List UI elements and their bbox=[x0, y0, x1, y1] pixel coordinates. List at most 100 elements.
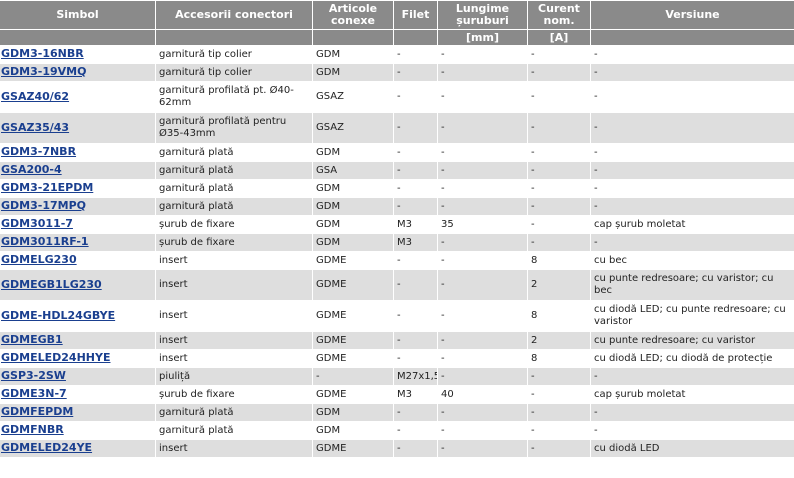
symbol-link[interactable]: GDMELED24YE bbox=[1, 441, 92, 454]
version-cell: cu diodă LED; cu diodă de protecție bbox=[591, 350, 794, 367]
header-version: Versiune bbox=[591, 1, 794, 29]
current-cell: 8 bbox=[528, 350, 590, 367]
related-cell: GDM bbox=[313, 422, 393, 439]
current-cell: 2 bbox=[528, 332, 590, 349]
related-cell: GSAZ bbox=[313, 82, 393, 112]
length-cell: - bbox=[438, 46, 527, 63]
thread-cell: M3 bbox=[394, 216, 437, 233]
accessory-cell: garnitură profilată pt. Ø40-62mm bbox=[156, 82, 312, 112]
thread-cell: - bbox=[394, 198, 437, 215]
related-cell: GDME bbox=[313, 301, 393, 331]
unit-rated-current: [A] bbox=[528, 30, 590, 45]
header-related-articles: Articole conexe bbox=[313, 1, 393, 29]
accessory-cell: garnitură profilată pentru Ø35-43mm bbox=[156, 113, 312, 143]
related-cell: GDM bbox=[313, 180, 393, 197]
symbol-link[interactable]: GDMEGB1 bbox=[1, 333, 63, 346]
thread-cell: - bbox=[394, 350, 437, 367]
current-cell: - bbox=[528, 422, 590, 439]
header-accessories: Accesorii conectori bbox=[156, 1, 312, 29]
symbol-link[interactable]: GDM3-16NBR bbox=[1, 47, 84, 60]
table-row: GSP3-2SW piuliță - M27x1,5 - - - bbox=[0, 368, 794, 385]
version-cell: - bbox=[591, 422, 794, 439]
symbol-link[interactable]: GDM3-7NBR bbox=[1, 145, 76, 158]
related-cell: GDME bbox=[313, 332, 393, 349]
unit-screw-length: [mm] bbox=[438, 30, 527, 45]
header-rated-current: Curent nom. bbox=[528, 1, 590, 29]
accessory-cell: garnitură plată bbox=[156, 198, 312, 215]
current-cell: - bbox=[528, 180, 590, 197]
current-cell: - bbox=[528, 216, 590, 233]
header-screw-length: Lungime șuruburi bbox=[438, 1, 527, 29]
length-cell: - bbox=[438, 82, 527, 112]
version-cell: - bbox=[591, 198, 794, 215]
symbol-link[interactable]: GDM3-19VMQ bbox=[1, 65, 86, 78]
version-cell: cu diodă LED; cu punte redresoare; cu va… bbox=[591, 301, 794, 331]
accessory-cell: garnitură tip colier bbox=[156, 46, 312, 63]
related-cell: GDM bbox=[313, 216, 393, 233]
version-cell: - bbox=[591, 144, 794, 161]
table-row: GDM3-21EPDM garnitură plată GDM - - - - bbox=[0, 180, 794, 197]
thread-cell: - bbox=[394, 270, 437, 300]
current-cell: - bbox=[528, 144, 590, 161]
table-row: GDMELED24YE insert GDME - - - cu diodă L… bbox=[0, 440, 794, 457]
accessory-cell: garnitură plată bbox=[156, 144, 312, 161]
version-cell: - bbox=[591, 82, 794, 112]
accessory-cell: garnitură plată bbox=[156, 180, 312, 197]
accessory-cell: insert bbox=[156, 252, 312, 269]
length-cell: - bbox=[438, 198, 527, 215]
length-cell: - bbox=[438, 422, 527, 439]
table-row: GDME3N-7 șurub de fixare GDME M3 40 - ca… bbox=[0, 386, 794, 403]
length-cell: - bbox=[438, 252, 527, 269]
current-cell: - bbox=[528, 386, 590, 403]
symbol-link[interactable]: GSA200-4 bbox=[1, 163, 62, 176]
length-cell: - bbox=[438, 180, 527, 197]
table-row: GDMEGB1 insert GDME - - 2 cu punte redre… bbox=[0, 332, 794, 349]
table-row: GDME-HDL24GBYE insert GDME - - 8 cu diod… bbox=[0, 301, 794, 331]
related-cell: GDME bbox=[313, 252, 393, 269]
accessory-cell: șurub de fixare bbox=[156, 386, 312, 403]
symbol-link[interactable]: GSAZ35/43 bbox=[1, 121, 69, 134]
symbol-link[interactable]: GSAZ40/62 bbox=[1, 90, 69, 103]
thread-cell: - bbox=[394, 180, 437, 197]
symbol-link[interactable]: GDM3-17MPQ bbox=[1, 199, 86, 212]
thread-cell: - bbox=[394, 64, 437, 81]
current-cell: 2 bbox=[528, 270, 590, 300]
symbol-link[interactable]: GDMEGB1LG230 bbox=[1, 278, 102, 291]
version-cell: cap șurub moletat bbox=[591, 386, 794, 403]
symbol-link[interactable]: GDMFEPDM bbox=[1, 405, 73, 418]
table-row: GDM3-7NBR garnitură plată GDM - - - - bbox=[0, 144, 794, 161]
version-cell: cu bec bbox=[591, 252, 794, 269]
length-cell: - bbox=[438, 270, 527, 300]
symbol-link[interactable]: GDM3011-7 bbox=[1, 217, 73, 230]
table-row: GSAZ35/43 garnitură profilată pentru Ø35… bbox=[0, 113, 794, 143]
table-row: GDMEGB1LG230 insert GDME - - 2 cu punte … bbox=[0, 270, 794, 300]
symbol-link[interactable]: GDMELED24HHYE bbox=[1, 351, 110, 364]
table-row: GDMFEPDM garnitură plată GDM - - - - bbox=[0, 404, 794, 421]
symbol-link[interactable]: GDME-HDL24GBYE bbox=[1, 309, 115, 322]
accessory-cell: garnitură plată bbox=[156, 162, 312, 179]
symbol-link[interactable]: GDMELG230 bbox=[1, 253, 77, 266]
length-cell: - bbox=[438, 64, 527, 81]
current-cell: - bbox=[528, 82, 590, 112]
header-thread: Filet bbox=[394, 1, 437, 29]
related-cell: GDM bbox=[313, 404, 393, 421]
version-cell: cu punte redresoare; cu varistor; cu bec bbox=[591, 270, 794, 300]
accessory-cell: garnitură tip colier bbox=[156, 64, 312, 81]
symbol-link[interactable]: GDMFNBR bbox=[1, 423, 64, 436]
accessory-cell: insert bbox=[156, 270, 312, 300]
version-cell: - bbox=[591, 46, 794, 63]
table-row: GDMELG230 insert GDME - - 8 cu bec bbox=[0, 252, 794, 269]
length-cell: - bbox=[438, 234, 527, 251]
version-cell: - bbox=[591, 234, 794, 251]
symbol-link[interactable]: GDM3-21EPDM bbox=[1, 181, 93, 194]
current-cell: - bbox=[528, 46, 590, 63]
symbol-link[interactable]: GDME3N-7 bbox=[1, 387, 67, 400]
related-cell: GDM bbox=[313, 46, 393, 63]
unit-related-articles bbox=[313, 30, 393, 45]
current-cell: - bbox=[528, 64, 590, 81]
version-cell: - bbox=[591, 368, 794, 385]
thread-cell: M3 bbox=[394, 234, 437, 251]
current-cell: - bbox=[528, 234, 590, 251]
symbol-link[interactable]: GSP3-2SW bbox=[1, 369, 66, 382]
symbol-link[interactable]: GDM3011RF-1 bbox=[1, 235, 89, 248]
